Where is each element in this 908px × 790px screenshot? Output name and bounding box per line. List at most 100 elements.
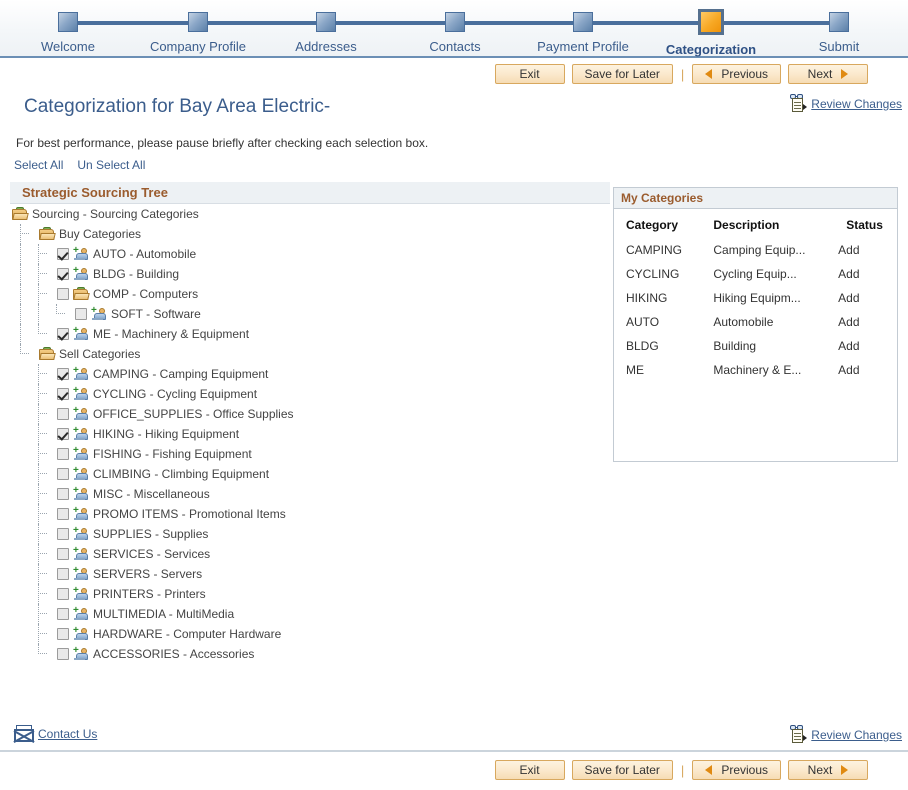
category-checkbox[interactable] — [57, 548, 69, 560]
category-checkbox[interactable] — [57, 568, 69, 580]
category-checkbox[interactable] — [57, 248, 69, 260]
previous-button-bottom[interactable]: Previous — [692, 760, 781, 780]
tree-node-label[interactable]: ACCESSORIES - Accessories — [93, 644, 254, 664]
tree-node[interactable]: + MULTIMEDIA - MultiMedia — [10, 604, 610, 624]
category-checkbox[interactable] — [57, 508, 69, 520]
category-checkbox[interactable] — [57, 428, 69, 440]
tree-node-label[interactable]: CAMPING - Camping Equipment — [93, 364, 268, 384]
tree-node[interactable]: COMP - Computers — [10, 284, 610, 304]
tree-node[interactable]: + CLIMBING - Climbing Equipment — [10, 464, 610, 484]
step-label: Company Profile — [149, 39, 247, 54]
my-categories-table: Category Description Status CAMPING Campi… — [614, 214, 897, 382]
tree-node[interactable]: + BLDG - Building — [10, 264, 610, 284]
tree-node[interactable]: + CYCLING - Cycling Equipment — [10, 384, 610, 404]
review-changes-icon-bottom — [789, 725, 809, 745]
tree-node[interactable]: + PROMO ITEMS - Promotional Items — [10, 504, 610, 524]
tree-node[interactable]: + SERVERS - Servers — [10, 564, 610, 584]
tree-node-label[interactable]: SERVICES - Services — [93, 544, 210, 564]
tree-node[interactable]: Sourcing - Sourcing Categories — [10, 204, 610, 224]
wizard-step-categorization[interactable]: Categorization — [651, 0, 771, 57]
category-checkbox[interactable] — [57, 528, 69, 540]
tree-node-label[interactable]: SOFT - Software — [111, 304, 201, 324]
folder-icon — [39, 347, 56, 361]
category-leaf-icon: + — [73, 526, 89, 541]
wizard-step-addresses[interactable]: Addresses — [266, 0, 386, 54]
tree-node-label[interactable]: Sourcing - Sourcing Categories — [32, 204, 199, 224]
tree-node[interactable]: Sell Categories — [10, 344, 610, 364]
tree-node[interactable]: + ACCESSORIES - Accessories — [10, 644, 610, 664]
tree-node-label[interactable]: COMP - Computers — [93, 284, 198, 304]
un-select-all-link[interactable]: Un Select All — [77, 158, 145, 172]
wizard-step-company-profile[interactable]: Company Profile — [138, 0, 258, 54]
tree-node-label[interactable]: Buy Categories — [59, 224, 141, 244]
next-button-bottom[interactable]: Next — [788, 760, 868, 780]
tree-node-label[interactable]: FISHING - Fishing Equipment — [93, 444, 252, 464]
exit-button-top[interactable]: Exit — [494, 64, 565, 84]
select-all-link[interactable]: Select All — [14, 158, 63, 172]
tree-node[interactable]: + CAMPING - Camping Equipment — [10, 364, 610, 384]
tree-node-label[interactable]: HIKING - Hiking Equipment — [93, 424, 239, 444]
next-button-top[interactable]: Next — [788, 64, 868, 84]
category-checkbox[interactable] — [57, 368, 69, 380]
tree-node[interactable]: + AUTO - Automobile — [10, 244, 610, 264]
tree-node-label[interactable]: MISC - Miscellaneous — [93, 484, 210, 504]
category-leaf-icon: + — [73, 386, 89, 401]
category-leaf-icon: + — [73, 266, 89, 281]
review-changes-link-bottom[interactable]: Review Changes — [789, 725, 902, 745]
category-checkbox[interactable] — [57, 408, 69, 420]
wizard-step-welcome[interactable]: Welcome — [8, 0, 128, 54]
cell-category: HIKING — [626, 291, 668, 305]
step-marker-icon — [58, 12, 78, 32]
tree-node-label[interactable]: SUPPLIES - Supplies — [93, 524, 208, 544]
tree-node[interactable]: + SERVICES - Services — [10, 544, 610, 564]
tree-node-label[interactable]: BLDG - Building — [93, 264, 179, 284]
tree-node[interactable]: + SUPPLIES - Supplies — [10, 524, 610, 544]
tree-node-label[interactable]: ME - Machinery & Equipment — [93, 324, 249, 344]
save-for-later-button-top[interactable]: Save for Later — [571, 64, 673, 84]
category-checkbox[interactable] — [57, 288, 69, 300]
category-checkbox[interactable] — [57, 648, 69, 660]
tree-node[interactable]: Buy Categories — [10, 224, 610, 244]
review-changes-link-top[interactable]: Review Changes — [789, 94, 902, 114]
exit-button-bottom[interactable]: Exit — [494, 760, 565, 780]
category-checkbox[interactable] — [57, 448, 69, 460]
tree-node[interactable]: + OFFICE_SUPPLIES - Office Supplies — [10, 404, 610, 424]
save-for-later-button-bottom[interactable]: Save for Later — [571, 760, 673, 780]
tree-node-label[interactable]: HARDWARE - Computer Hardware — [93, 624, 281, 644]
tree-node-label[interactable]: MULTIMEDIA - MultiMedia — [93, 604, 234, 624]
tree-node-label[interactable]: CLIMBING - Climbing Equipment — [93, 464, 269, 484]
table-header-row: Category Description Status — [614, 214, 897, 238]
tree-node-label[interactable]: AUTO - Automobile — [93, 244, 196, 264]
category-checkbox[interactable] — [57, 588, 69, 600]
previous-button-top[interactable]: Previous — [692, 64, 781, 84]
tree-node-label[interactable]: PROMO ITEMS - Promotional Items — [93, 504, 286, 524]
category-checkbox[interactable] — [57, 628, 69, 640]
wizard-step-payment-profile[interactable]: Payment Profile — [523, 0, 643, 54]
category-checkbox[interactable] — [57, 488, 69, 500]
tree-node[interactable]: + FISHING - Fishing Equipment — [10, 444, 610, 464]
wizard-step-submit[interactable]: Submit — [779, 0, 899, 54]
tree-node[interactable]: + SOFT - Software — [10, 304, 610, 324]
contact-us-link[interactable]: Contact Us — [13, 725, 97, 744]
step-label: Contacts — [429, 39, 481, 54]
category-checkbox[interactable] — [57, 328, 69, 340]
category-checkbox[interactable] — [57, 268, 69, 280]
category-checkbox[interactable] — [57, 468, 69, 480]
tree-node[interactable]: + MISC - Miscellaneous — [10, 484, 610, 504]
tree-node-label[interactable]: OFFICE_SUPPLIES - Office Supplies — [93, 404, 294, 424]
tree-node-label[interactable]: PRINTERS - Printers — [93, 584, 206, 604]
cell-category: AUTO — [626, 315, 660, 329]
tree-node[interactable]: + HARDWARE - Computer Hardware — [10, 624, 610, 644]
category-checkbox[interactable] — [57, 608, 69, 620]
tree-node-label[interactable]: SERVERS - Servers — [93, 564, 202, 584]
wizard-step-contacts[interactable]: Contacts — [395, 0, 515, 54]
cell-description: Machinery & E... — [713, 363, 802, 377]
tree-node[interactable]: + PRINTERS - Printers — [10, 584, 610, 604]
tree-node[interactable]: + ME - Machinery & Equipment — [10, 324, 610, 344]
tree-node-label[interactable]: Sell Categories — [59, 344, 140, 364]
category-checkbox[interactable] — [57, 388, 69, 400]
category-checkbox[interactable] — [75, 308, 87, 320]
previous-button-top-label: Previous — [721, 67, 768, 81]
tree-node[interactable]: + HIKING - Hiking Equipment — [10, 424, 610, 444]
tree-node-label[interactable]: CYCLING - Cycling Equipment — [93, 384, 257, 404]
